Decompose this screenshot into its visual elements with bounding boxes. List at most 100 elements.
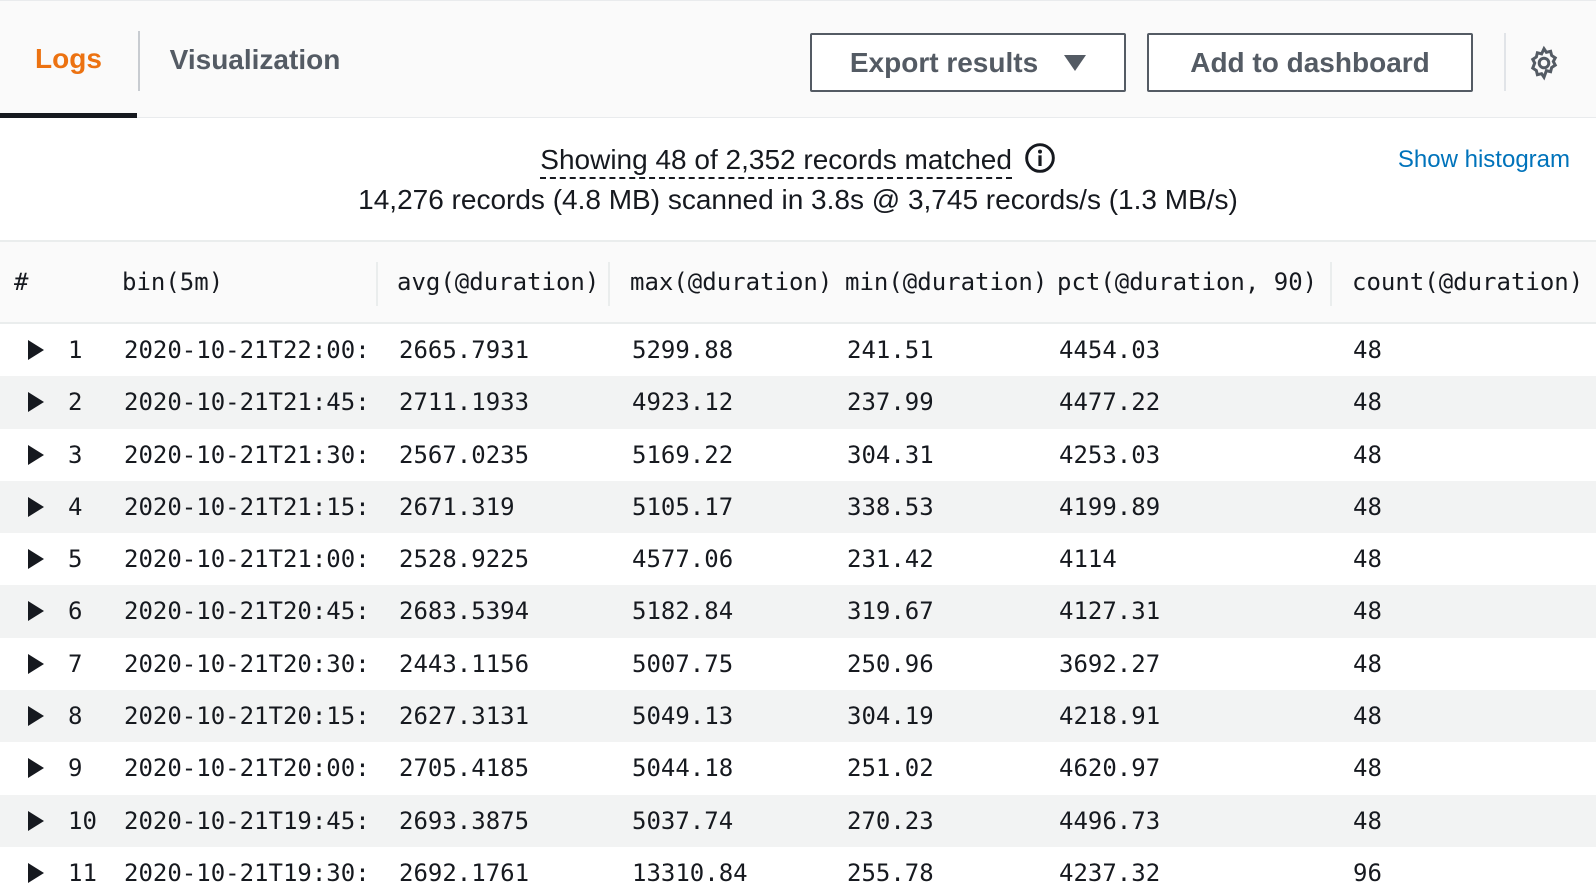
cell-min: 319.67: [847, 597, 934, 626]
cell-bin: 2020-10-21T19:45:: [124, 806, 370, 835]
caret-right-icon[interactable]: [28, 706, 44, 727]
column-header-min[interactable]: min(@duration): [845, 242, 1047, 322]
caret-right-icon[interactable]: [28, 549, 44, 570]
cell-min: 250.96: [847, 649, 934, 678]
column-resizer[interactable]: [1330, 262, 1332, 306]
cell-bin: 2020-10-21T20:15:: [124, 702, 370, 731]
cell-max: 5044.18: [632, 754, 734, 783]
cell-bin: 2020-10-21T21:30:: [124, 440, 370, 469]
cell-avg: 2705.4185: [399, 754, 530, 783]
cell-bin: 2020-10-21T20:45:: [124, 597, 370, 626]
cell-count: 48: [1353, 388, 1382, 417]
cell-avg: 2665.7931: [399, 336, 530, 364]
tab-logs[interactable]: Logs: [0, 1, 137, 118]
column-header-index[interactable]: #: [14, 242, 28, 322]
cell-pct: 4620.97: [1059, 754, 1161, 783]
cell-count: 48: [1353, 754, 1382, 783]
cell-avg: 2627.3131: [399, 702, 530, 731]
cell-count: 48: [1353, 597, 1382, 626]
cell-max: 5105.17: [632, 492, 734, 521]
tab-visualization[interactable]: Visualization: [140, 1, 370, 118]
cell-pct: 3692.27: [1059, 649, 1161, 678]
table-row[interactable]: 2 2020-10-21T21:45: 2711.1933 4923.12 23…: [0, 376, 1596, 429]
table-row[interactable]: 11 2020-10-21T19:30: 2692.1761 13310.84 …: [0, 847, 1596, 883]
cell-count: 96: [1353, 858, 1382, 883]
caret-right-icon[interactable]: [28, 444, 44, 465]
caret-right-icon[interactable]: [28, 601, 44, 622]
cell-avg: 2693.3875: [399, 806, 530, 835]
column-header-pct[interactable]: pct(@duration, 90): [1057, 242, 1317, 322]
cell-pct: 4454.03: [1059, 336, 1161, 364]
table-row[interactable]: 1 2020-10-21T22:00: 2665.7931 5299.88 24…: [0, 324, 1596, 376]
cell-pct: 4218.91: [1059, 702, 1161, 731]
cell-pct: 4237.32: [1059, 858, 1161, 883]
cell-max: 5169.22: [632, 440, 734, 469]
cell-index: 8: [68, 702, 83, 731]
export-results-button[interactable]: Export results: [810, 33, 1126, 92]
cell-bin: 2020-10-21T21:00:: [124, 545, 370, 574]
cell-bin: 2020-10-21T22:00:: [124, 336, 370, 364]
table-row[interactable]: 10 2020-10-21T19:45: 2693.3875 5037.74 2…: [0, 794, 1596, 847]
cell-pct: 4114: [1059, 545, 1117, 574]
add-to-dashboard-button[interactable]: Add to dashboard: [1147, 33, 1473, 92]
cell-pct: 4199.89: [1059, 492, 1161, 521]
cell-count: 48: [1353, 649, 1382, 678]
column-resizer[interactable]: [376, 262, 378, 306]
cell-bin: 2020-10-21T21:45:: [124, 388, 370, 417]
cell-index: 1: [68, 336, 83, 364]
cell-bin: 2020-10-21T20:30:: [124, 649, 370, 678]
info-icon[interactable]: [1024, 142, 1056, 174]
results-summary: Showing 48 of 2,352 records matched 14,2…: [0, 118, 1596, 242]
cell-avg: 2671.319: [399, 492, 515, 521]
show-histogram-link[interactable]: Show histogram: [1398, 146, 1570, 174]
cell-max: 4923.12: [632, 388, 734, 417]
gear-icon[interactable]: [1526, 45, 1562, 81]
cell-max: 4577.06: [632, 545, 734, 574]
cell-min: 237.99: [847, 388, 934, 417]
caret-right-icon[interactable]: [28, 758, 44, 779]
cell-avg: 2711.1933: [399, 388, 530, 417]
toolbar-divider: [1504, 33, 1506, 91]
table-row[interactable]: 4 2020-10-21T21:15: 2671.319 5105.17 338…: [0, 480, 1596, 534]
cell-index: 6: [68, 597, 83, 626]
cell-max: 5299.88: [632, 336, 734, 364]
records-matched-text[interactable]: Showing 48 of 2,352 records matched: [540, 144, 1012, 179]
export-results-label: Export results: [849, 46, 1039, 78]
records-scanned-text: 14,276 records (4.8 MB) scanned in 3.8s …: [358, 184, 1238, 215]
table-row[interactable]: 6 2020-10-21T20:45: 2683.5394 5182.84 31…: [0, 585, 1596, 638]
cell-max: 5049.13: [632, 702, 734, 731]
cell-min: 231.42: [847, 545, 934, 574]
cell-bin: 2020-10-21T20:00:: [124, 754, 370, 783]
column-header-max[interactable]: max(@duration): [630, 242, 832, 322]
cell-min: 304.31: [847, 440, 934, 469]
cell-index: 11: [68, 858, 97, 883]
column-header-count[interactable]: count(@duration): [1352, 242, 1583, 322]
cell-max: 5037.74: [632, 806, 734, 835]
cell-index: 5: [68, 545, 83, 574]
cell-avg: 2443.1156: [399, 649, 530, 678]
cell-index: 9: [68, 754, 83, 783]
cell-min: 270.23: [847, 806, 934, 835]
column-resizer[interactable]: [608, 262, 610, 306]
caret-right-icon[interactable]: [28, 340, 44, 360]
table-row[interactable]: 5 2020-10-21T21:00: 2528.9225 4577.06 23…: [0, 533, 1596, 585]
cell-max: 13310.84: [632, 858, 748, 883]
records-matched-line: Showing 48 of 2,352 records matched: [0, 142, 1596, 179]
logs-insights-results: Logs Visualization Export results Add to…: [0, 0, 1596, 883]
caret-down-icon: [1064, 54, 1087, 71]
table-row[interactable]: 3 2020-10-21T21:30: 2567.0235 5169.22 30…: [0, 429, 1596, 481]
table-row[interactable]: 9 2020-10-21T20:00: 2705.4185 5044.18 25…: [0, 742, 1596, 794]
cell-min: 338.53: [847, 492, 934, 521]
caret-right-icon[interactable]: [28, 862, 44, 883]
table-row[interactable]: 8 2020-10-21T20:15: 2627.3131 5049.13 30…: [0, 690, 1596, 743]
caret-right-icon[interactable]: [28, 810, 44, 831]
table-row[interactable]: 7 2020-10-21T20:30: 2443.1156 5007.75 25…: [0, 638, 1596, 690]
cell-index: 3: [68, 440, 83, 469]
caret-right-icon[interactable]: [28, 496, 44, 517]
column-header-bin[interactable]: bin(5m): [122, 242, 223, 322]
caret-right-icon[interactable]: [28, 392, 44, 413]
column-header-avg[interactable]: avg(@duration): [397, 242, 599, 322]
cell-index: 4: [68, 492, 83, 521]
cell-count: 48: [1353, 336, 1382, 364]
caret-right-icon[interactable]: [28, 653, 44, 674]
